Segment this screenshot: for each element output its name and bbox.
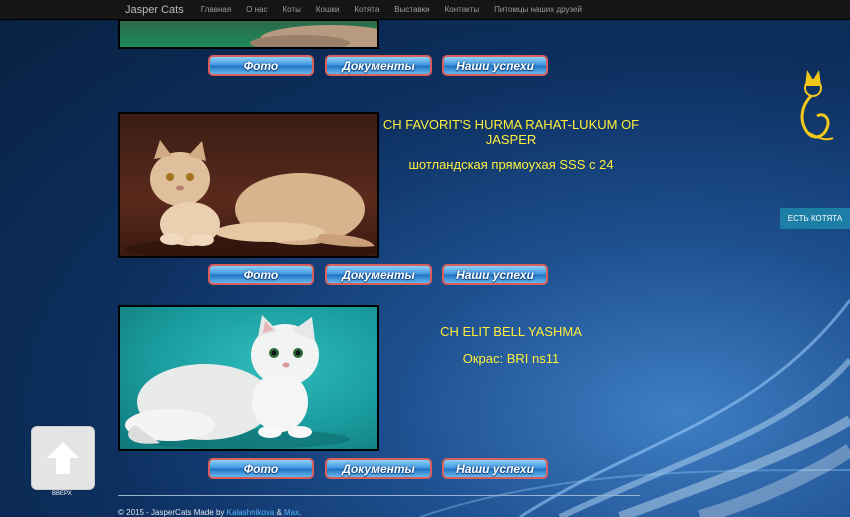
cat-name: CH ELIT BELL YASHMA [440, 324, 582, 339]
nav-item-friends-pets[interactable]: Питомцы наших друзей [494, 5, 582, 14]
cat-logo-icon [800, 70, 834, 141]
cat-image [125, 315, 350, 449]
cat-info: Окрас: BRI ns11 [462, 351, 560, 366]
kittens-available-button[interactable]: ЕСТЬ КОТЯТА [780, 208, 850, 229]
footer-divider [118, 495, 640, 496]
cat-photo-partial[interactable] [118, 19, 379, 49]
cat-image [125, 140, 377, 256]
nav-item-contacts[interactable]: Контакты [445, 5, 480, 14]
cat-image [250, 25, 377, 47]
scroll-top-button[interactable] [31, 426, 95, 490]
top-navbar: Jasper Cats Главная О нас Коты Кошки Кот… [0, 0, 850, 20]
cat-info: шотландская прямоухая SSS с 24 [408, 157, 614, 172]
author-link-max[interactable]: Max [284, 508, 299, 517]
footer-separator: & [274, 508, 284, 517]
footer: © 2015 - JasperCats Made by Kalashnikova… [118, 508, 301, 517]
achievements-button[interactable]: Наши успехи [442, 458, 548, 479]
nav-item-home[interactable]: Главная [201, 5, 231, 14]
cat-photo[interactable] [118, 112, 379, 258]
cat-name: CH FAVORIT'S HURMA RAHAT-LUKUM OF JASPER [382, 117, 640, 147]
photo-button[interactable]: Фото [208, 55, 314, 76]
documents-button[interactable]: Документы [325, 55, 432, 76]
scroll-top-label: ВВЕРХ [52, 491, 72, 497]
arrow-up-icon [47, 442, 79, 474]
achievements-button[interactable]: Наши успехи [442, 264, 548, 285]
brand-link[interactable]: Jasper Cats [125, 4, 184, 16]
nav-item-about[interactable]: О нас [246, 5, 267, 14]
nav-item-females[interactable]: Кошки [316, 5, 340, 14]
nav-item-kittens[interactable]: Котята [354, 5, 379, 14]
photo-button[interactable]: Фото [208, 458, 314, 479]
photo-button[interactable]: Фото [208, 264, 314, 285]
footer-text: © 2015 - JasperCats Made by [118, 508, 227, 517]
nav-item-males[interactable]: Коты [282, 5, 300, 14]
footer-end: . [299, 508, 302, 517]
cat-photo[interactable] [118, 305, 379, 451]
author-link-kalashnikova[interactable]: Kalashnikova [227, 508, 275, 517]
nav-item-shows[interactable]: Выставки [394, 5, 429, 14]
documents-button[interactable]: Документы [325, 264, 432, 285]
achievements-button[interactable]: Наши успехи [442, 55, 548, 76]
documents-button[interactable]: Документы [325, 458, 432, 479]
